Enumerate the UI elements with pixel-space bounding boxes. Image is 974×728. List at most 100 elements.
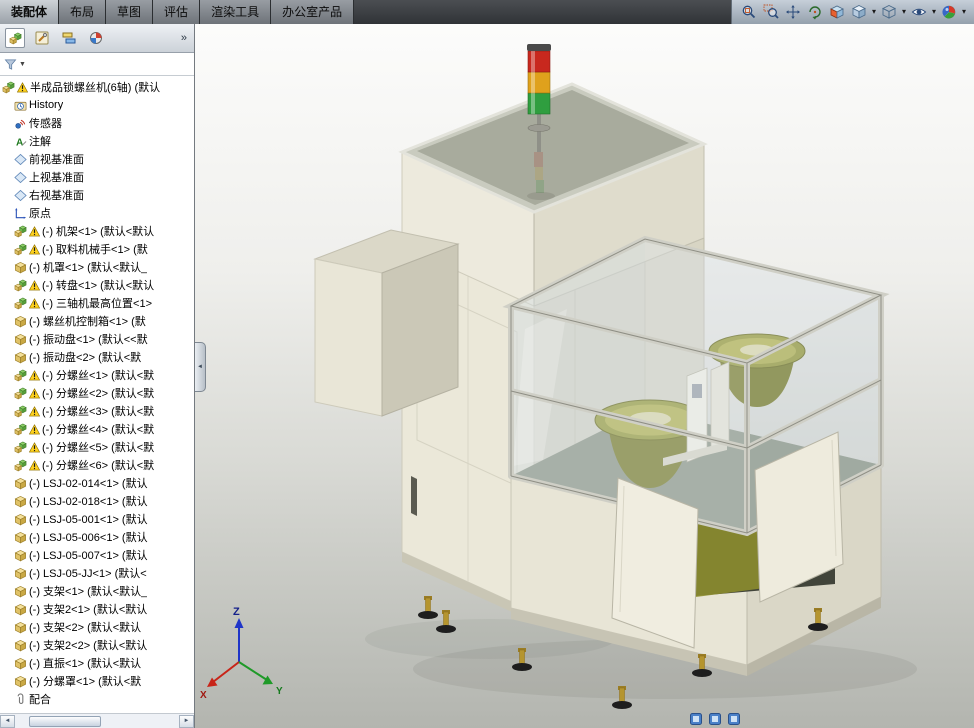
tree-item[interactable]: 上视基准面 — [0, 168, 194, 186]
dropdown-caret-icon[interactable]: ▾ — [872, 3, 876, 21]
tree-item[interactable]: 传感器 — [0, 114, 194, 132]
zoom-area-icon[interactable] — [762, 3, 780, 21]
tree-item[interactable]: (-) 分螺丝<6> (默认<默 — [0, 456, 194, 474]
command-tab[interactable]: 装配体 — [0, 0, 60, 24]
tree-item-label: (-) LSJ-05-JJ<1> (默认< — [29, 568, 147, 580]
hide-show-icon[interactable] — [910, 3, 928, 21]
tree-item[interactable]: (-) LSJ-05-JJ<1> (默认< — [0, 564, 194, 582]
scroll-right-button[interactable]: ► — [179, 714, 194, 728]
history-icon — [14, 99, 27, 112]
tree-filter-bar[interactable]: ▼ — [0, 53, 194, 76]
tree-item-label: (-) 三轴机最高位置<1> — [42, 298, 153, 310]
tree-item-label: (-) LSJ-05-001<1> (默认 — [29, 514, 148, 526]
tree-item-label: 配合 — [29, 694, 51, 706]
part-icon — [14, 477, 27, 490]
warning-icon — [29, 243, 40, 255]
filter-dropdown-caret[interactable]: ▼ — [19, 61, 26, 68]
tree-item[interactable]: (-) 支架2<2> (默认<默认 — [0, 636, 194, 654]
assembly-icon — [14, 369, 27, 382]
tree-item[interactable]: 半成品锁螺丝机(6轴) (默认 — [0, 78, 194, 96]
view-orientation-icon[interactable] — [850, 3, 868, 21]
warning-icon — [29, 279, 40, 291]
scroll-left-button[interactable]: ◄ — [0, 714, 15, 728]
command-tab[interactable]: 渲染工具 — [200, 0, 272, 24]
scrollbar-track[interactable] — [15, 715, 179, 728]
command-tab[interactable]: 评估 — [153, 0, 201, 24]
tree-item[interactable]: (-) 机罩<1> (默认<默认_ — [0, 258, 194, 276]
tree-item[interactable]: (-) 取料机械手<1> (默 — [0, 240, 194, 258]
tree-item[interactable]: A 注解 — [0, 132, 194, 150]
command-tab[interactable]: 办公室产品 — [271, 0, 355, 24]
scrollbar-thumb[interactable] — [29, 715, 101, 727]
tree-item[interactable]: (-) LSJ-05-007<1> (默认 — [0, 546, 194, 564]
tree-horizontal-scrollbar[interactable]: ◄ ► — [0, 713, 194, 728]
plane-icon — [14, 189, 27, 202]
tree-item[interactable]: 前视基准面 — [0, 150, 194, 168]
tree-item[interactable]: (-) 支架<1> (默认<默认_ — [0, 582, 194, 600]
tree-item[interactable]: (-) 振动盘<1> (默认<<默 — [0, 330, 194, 348]
tree-item[interactable]: (-) 螺丝机控制箱<1> (默 — [0, 312, 194, 330]
command-bar: 装配体 布局 草图 评估 渲染工具 办公室产品 ▾ ▾ ▾ ▾ — [0, 0, 974, 24]
tree-item[interactable]: (-) 机架<1> (默认<默认 — [0, 222, 194, 240]
rotate-view-icon[interactable] — [806, 3, 824, 21]
tree-item-label: (-) 取料机械手<1> (默 — [42, 244, 148, 256]
tree-item[interactable]: (-) LSJ-02-018<1> (默认 — [0, 492, 194, 510]
tree-item[interactable]: (-) 分螺丝<1> (默认<默 — [0, 366, 194, 384]
part-icon — [14, 333, 27, 346]
tree-item[interactable]: (-) 直振<1> (默认<默认 — [0, 654, 194, 672]
assembly-icon — [14, 243, 27, 256]
tree-item-label: (-) 分螺丝<5> (默认<默 — [42, 442, 155, 454]
panel-splitter-handle[interactable]: ◄ — [195, 342, 206, 392]
document-icon[interactable] — [689, 712, 703, 726]
command-tab[interactable]: 布局 — [59, 0, 107, 24]
part-icon — [14, 531, 27, 544]
view-toolbar: ▾ ▾ ▾ ▾ — [730, 0, 974, 24]
panel-tabs-icons: » — [0, 24, 194, 53]
tree-item[interactable]: (-) 分螺罩<1> (默认<默 — [0, 672, 194, 690]
machine-left-box[interactable] — [313, 229, 460, 417]
plane-icon — [14, 153, 27, 166]
origin-icon — [14, 207, 27, 220]
assembly-icon — [2, 81, 15, 94]
tree-item[interactable]: (-) 转盘<1> (默认<默认 — [0, 276, 194, 294]
edit-appearance-icon[interactable] — [940, 3, 958, 21]
pan-icon[interactable] — [784, 3, 802, 21]
tree-item-label: 上视基准面 — [29, 172, 84, 184]
dropdown-caret-icon[interactable]: ▾ — [962, 3, 966, 21]
warning-icon — [29, 423, 40, 435]
command-tab[interactable]: 草图 — [106, 0, 154, 24]
document-icon[interactable] — [708, 712, 722, 726]
propertymanager-tab-icon[interactable] — [32, 28, 52, 48]
display-style-icon[interactable] — [880, 3, 898, 21]
tree-item[interactable]: (-) 分螺丝<3> (默认<默 — [0, 402, 194, 420]
configurationmanager-tab-icon[interactable] — [59, 28, 79, 48]
tree-item[interactable]: 原点 — [0, 204, 194, 222]
tree-item[interactable]: (-) LSJ-02-014<1> (默认 — [0, 474, 194, 492]
tree-item[interactable]: (-) 分螺丝<4> (默认<默 — [0, 420, 194, 438]
displaymanager-tab-icon[interactable] — [86, 28, 106, 48]
tree-item[interactable]: (-) 支架<2> (默认<默认 — [0, 618, 194, 636]
tree-item[interactable]: (-) LSJ-05-006<1> (默认 — [0, 528, 194, 546]
tree-item[interactable]: 配合 — [0, 690, 194, 708]
section-view-icon[interactable] — [828, 3, 846, 21]
tree-item[interactable]: History — [0, 96, 194, 114]
tree-item[interactable]: (-) LSJ-05-001<1> (默认 — [0, 510, 194, 528]
graphics-viewport[interactable]: ◄ Z X Y — [195, 24, 974, 728]
tree-item[interactable]: (-) 分螺丝<5> (默认<默 — [0, 438, 194, 456]
annotations-icon: A — [14, 135, 27, 148]
tree-item[interactable]: (-) 分螺丝<2> (默认<默 — [0, 384, 194, 402]
filter-icon[interactable] — [4, 58, 17, 71]
panel-overflow-chevron[interactable]: » — [181, 32, 189, 44]
tree-item-label: (-) 分螺丝<4> (默认<默 — [42, 424, 155, 436]
zoom-fit-icon[interactable] — [740, 3, 758, 21]
reference-triad[interactable]: Z X Y — [199, 602, 309, 712]
featuremanager-tab-icon[interactable] — [5, 28, 25, 48]
tree-item[interactable]: 右视基准面 — [0, 186, 194, 204]
model-3d[interactable] — [195, 24, 974, 728]
tree-item[interactable]: (-) 三轴机最高位置<1> — [0, 294, 194, 312]
tree-item[interactable]: (-) 支架2<1> (默认<默认 — [0, 600, 194, 618]
dropdown-caret-icon[interactable]: ▾ — [932, 3, 936, 21]
dropdown-caret-icon[interactable]: ▾ — [902, 3, 906, 21]
document-icon[interactable] — [727, 712, 741, 726]
tree-item[interactable]: (-) 振动盘<2> (默认<默 — [0, 348, 194, 366]
